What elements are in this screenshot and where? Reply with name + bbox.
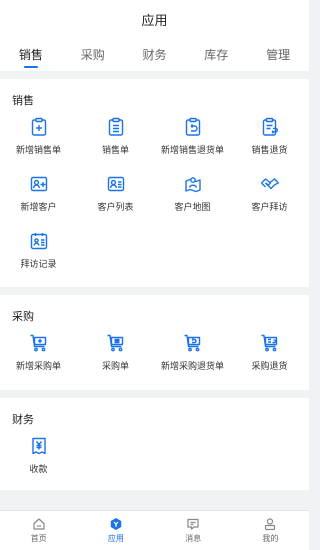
customer-list-button[interactable]: 客户列表 <box>77 174 154 213</box>
new-purchase-return-button[interactable]: 新增采购退货单 <box>154 333 231 372</box>
cart-return-list-icon <box>261 334 277 352</box>
item-label: 新增客户 <box>20 203 57 213</box>
category-tabs: 销售 采购 财务 库存 管理 <box>0 38 309 71</box>
item-label: 客户地图 <box>174 203 211 213</box>
nav-label: 应用 <box>107 534 124 543</box>
section-title: 销售 <box>12 94 34 107</box>
section-title: 采购 <box>12 310 34 323</box>
nav-home[interactable]: 首页 <box>0 511 77 550</box>
new-purchase-order-button[interactable]: 新增采购单 <box>0 333 77 372</box>
return-list-icon <box>262 117 278 136</box>
tab-label: 财务 <box>142 48 167 62</box>
handshake-icon <box>260 178 279 190</box>
item-label: 收款 <box>29 465 48 475</box>
item-label: 新增销售单 <box>15 146 61 156</box>
nav-label: 消息 <box>185 534 202 543</box>
item-label: 新增采购退货单 <box>160 362 224 372</box>
cart-return-icon <box>184 334 200 352</box>
item-label: 销售退货 <box>251 146 288 156</box>
sales-order-button[interactable]: 销售单 <box>77 117 154 156</box>
nav-label: 首页 <box>30 534 47 543</box>
customer-map-button[interactable]: 客户地图 <box>154 174 231 213</box>
customer-list-icon <box>107 176 124 192</box>
tab-label: 管理 <box>266 48 291 62</box>
customer-map-icon <box>184 177 201 193</box>
page-title: 应用 <box>141 13 168 29</box>
sales-return-button[interactable]: 销售退货 <box>231 117 308 156</box>
item-label: 客户拜访 <box>251 203 288 213</box>
receipt-yen-icon <box>31 437 46 455</box>
purchase-return-button[interactable]: 采购退货 <box>231 333 308 372</box>
item-label: 采购退货 <box>251 362 288 372</box>
tab-inventory[interactable]: 库存 <box>185 38 247 71</box>
profile-icon <box>265 518 276 531</box>
section-title: 财务 <box>12 413 34 426</box>
tab-sales[interactable]: 销售 <box>0 38 62 71</box>
nav-messages[interactable]: 消息 <box>155 511 232 550</box>
top-bar: 应用 <box>0 0 309 38</box>
apps-icon <box>110 518 122 530</box>
new-customer-button[interactable]: 新增客户 <box>0 174 77 213</box>
tab-finance[interactable]: 财务 <box>124 38 186 71</box>
new-sales-order-button[interactable]: 新增销售单 <box>0 117 77 156</box>
new-sales-return-button[interactable]: 新增销售退货单 <box>154 117 231 156</box>
nav-profile[interactable]: 我的 <box>232 511 309 550</box>
nav-label: 我的 <box>262 534 279 543</box>
nav-apps[interactable]: 应用 <box>77 511 154 550</box>
add-customer-icon <box>30 176 47 192</box>
add-doc-icon <box>31 117 46 136</box>
item-label: 新增销售退货单 <box>160 146 224 156</box>
finance-section: 财务 收款 <box>0 398 309 490</box>
home-icon <box>33 518 45 530</box>
tab-label: 销售 <box>18 48 43 62</box>
tab-label: 采购 <box>80 48 105 62</box>
item-label: 采购单 <box>101 362 129 372</box>
receipt-button[interactable]: 收款 <box>0 436 77 475</box>
purchase-section: 采购 新增采购单 采购单 新增采购退货单 采购退货 <box>0 295 309 390</box>
return-doc-icon <box>185 117 200 136</box>
doc-list-icon <box>108 117 123 136</box>
tab-label: 库存 <box>204 48 229 62</box>
visit-record-icon <box>30 233 47 250</box>
purchase-order-button[interactable]: 采购单 <box>77 333 154 372</box>
bottom-navigation: 首页 应用 消息 我的 <box>0 510 309 550</box>
visit-record-button[interactable]: 拜访记录 <box>0 231 77 270</box>
customer-visit-button[interactable]: 客户拜访 <box>231 174 308 213</box>
item-label: 拜访记录 <box>20 260 57 270</box>
item-label: 新增采购单 <box>15 362 61 372</box>
tab-management[interactable]: 管理 <box>247 38 309 71</box>
cart-list-icon <box>107 334 123 352</box>
item-label: 销售单 <box>101 146 129 156</box>
item-label: 客户列表 <box>97 203 134 213</box>
message-icon <box>187 518 199 530</box>
sales-section: 销售 新增销售单 销售单 新增销售退货单 销售退货 新增客户 客户列表 客户地图… <box>0 79 309 287</box>
tab-purchase[interactable]: 采购 <box>62 38 124 71</box>
cart-add-icon <box>30 334 46 352</box>
